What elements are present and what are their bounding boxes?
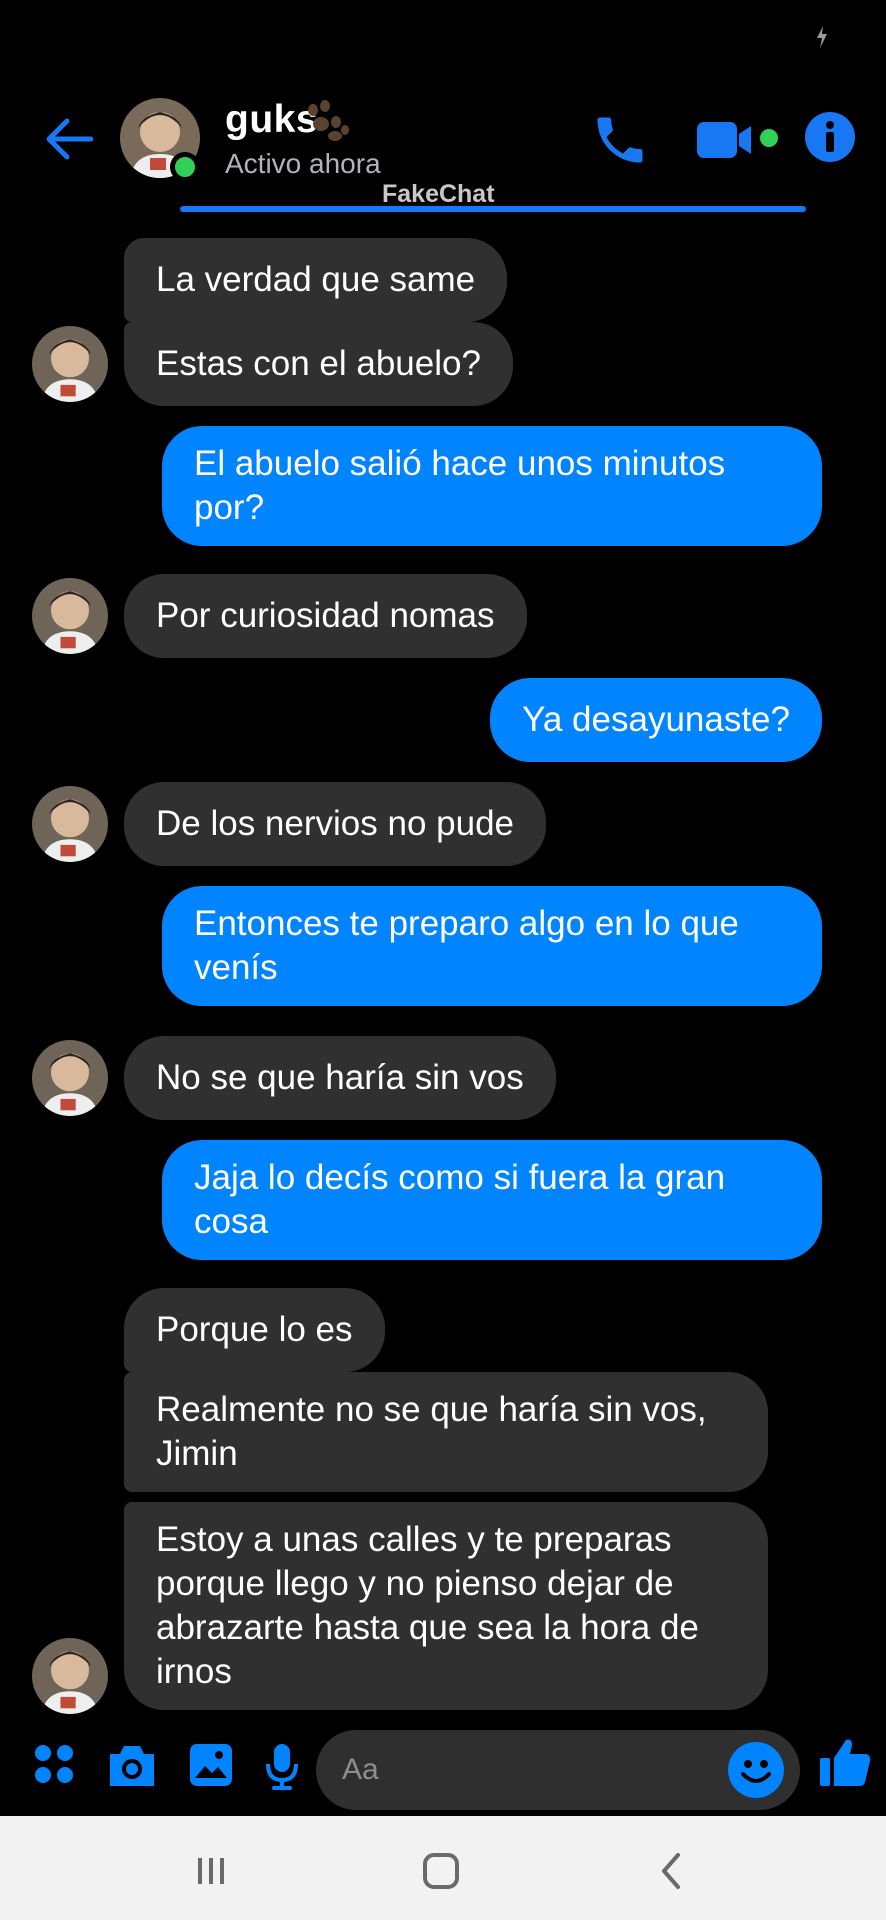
back-arrow-icon — [46, 118, 93, 160]
info-button[interactable] — [805, 112, 855, 162]
contact-status: Activo ahora — [225, 148, 381, 179]
camera-icon — [110, 1746, 154, 1786]
incoming-message[interactable]: Porque lo es — [124, 1288, 385, 1372]
composer-bar — [0, 1728, 886, 1812]
avatar-photo-icon — [32, 786, 108, 862]
outgoing-message[interactable]: Jaja lo decís como si fuera la gran cosa — [162, 1140, 822, 1260]
message-line: porque llego y no pienso dejar de — [156, 1564, 674, 1603]
system-navigation-bar — [0, 1816, 886, 1920]
emoji-button[interactable] — [728, 1742, 784, 1798]
outgoing-message[interactable]: El abuelo salió hace unos minutos por? — [162, 426, 822, 546]
sender-avatar[interactable] — [32, 1040, 108, 1116]
incoming-message[interactable]: De los nervios no pude — [124, 782, 546, 866]
sender-avatar[interactable] — [32, 1638, 108, 1714]
voice-message-button[interactable] — [264, 1742, 300, 1797]
incoming-message[interactable]: Estoy a unas calles y te preparas porque… — [124, 1502, 768, 1710]
like-button[interactable] — [818, 1736, 872, 1795]
phone-icon — [597, 117, 643, 163]
scroll-indicator — [180, 206, 806, 212]
message-line: Jimin — [156, 1434, 238, 1473]
message-line: El abuelo salió hace unos minutos — [194, 444, 726, 483]
message-line: Jaja lo decís como si fuera la gran — [194, 1158, 726, 1197]
home-button[interactable] — [416, 1846, 466, 1896]
message-line: por? — [194, 488, 265, 527]
message-line: abrazarte hasta que sea la hora de — [156, 1608, 699, 1647]
message-line: Estoy a unas calles y te preparas — [156, 1520, 672, 1559]
camera-button[interactable] — [106, 1742, 158, 1793]
incoming-message[interactable]: Realmente no se que haría sin vos, Jimin — [124, 1372, 768, 1492]
message-line: venís — [194, 948, 278, 987]
avatar-photo-icon — [32, 1040, 108, 1116]
incoming-message[interactable]: No se que haría sin vos — [124, 1036, 556, 1120]
message-input[interactable] — [342, 1730, 722, 1810]
video-call-button[interactable] — [695, 116, 785, 166]
online-indicator — [170, 152, 200, 182]
recent-apps-button[interactable] — [186, 1846, 236, 1896]
avatar-photo-icon — [32, 578, 108, 654]
incoming-message[interactable]: La verdad que same — [124, 238, 508, 322]
voice-call-button[interactable] — [590, 110, 650, 170]
message-line: Realmente no se que haría sin vos, — [156, 1390, 707, 1429]
charging-icon — [817, 26, 827, 48]
sender-avatar[interactable] — [32, 578, 108, 654]
avatar-photo-icon — [32, 326, 108, 402]
video-camera-icon — [697, 122, 778, 158]
apps-button[interactable] — [32, 1742, 76, 1791]
paw-emoji-icon — [308, 100, 349, 141]
gallery-button[interactable] — [188, 1742, 234, 1793]
outgoing-message[interactable]: Ya desayunaste? — [490, 678, 822, 762]
status-bar — [0, 0, 886, 70]
info-icon — [826, 121, 834, 152]
recent-apps-icon — [198, 1858, 224, 1884]
message-line: Entonces te preparo algo en lo que — [194, 904, 739, 943]
apps-icon — [35, 1745, 73, 1783]
chevron-left-icon — [662, 1853, 680, 1889]
microphone-icon — [266, 1744, 298, 1790]
sender-avatar[interactable] — [32, 326, 108, 402]
message-line: cosa — [194, 1202, 268, 1241]
message-line: irnos — [156, 1652, 232, 1691]
incoming-message[interactable]: Estas con el abuelo? — [124, 322, 513, 406]
emoji-icon — [741, 1760, 771, 1783]
like-icon — [820, 1739, 871, 1786]
watermark: FakeChat — [382, 180, 495, 208]
outgoing-message[interactable]: Entonces te preparo algo en lo que venís — [162, 886, 822, 1006]
back-button[interactable] — [40, 110, 98, 168]
sender-avatar[interactable] — [32, 786, 108, 862]
home-icon — [423, 1853, 459, 1889]
gallery-icon — [190, 1744, 232, 1786]
avatar-photo-icon — [32, 1638, 108, 1714]
message-input-box[interactable] — [316, 1730, 800, 1810]
system-back-button[interactable] — [648, 1846, 698, 1896]
incoming-message[interactable]: Por curiosidad nomas — [124, 574, 527, 658]
